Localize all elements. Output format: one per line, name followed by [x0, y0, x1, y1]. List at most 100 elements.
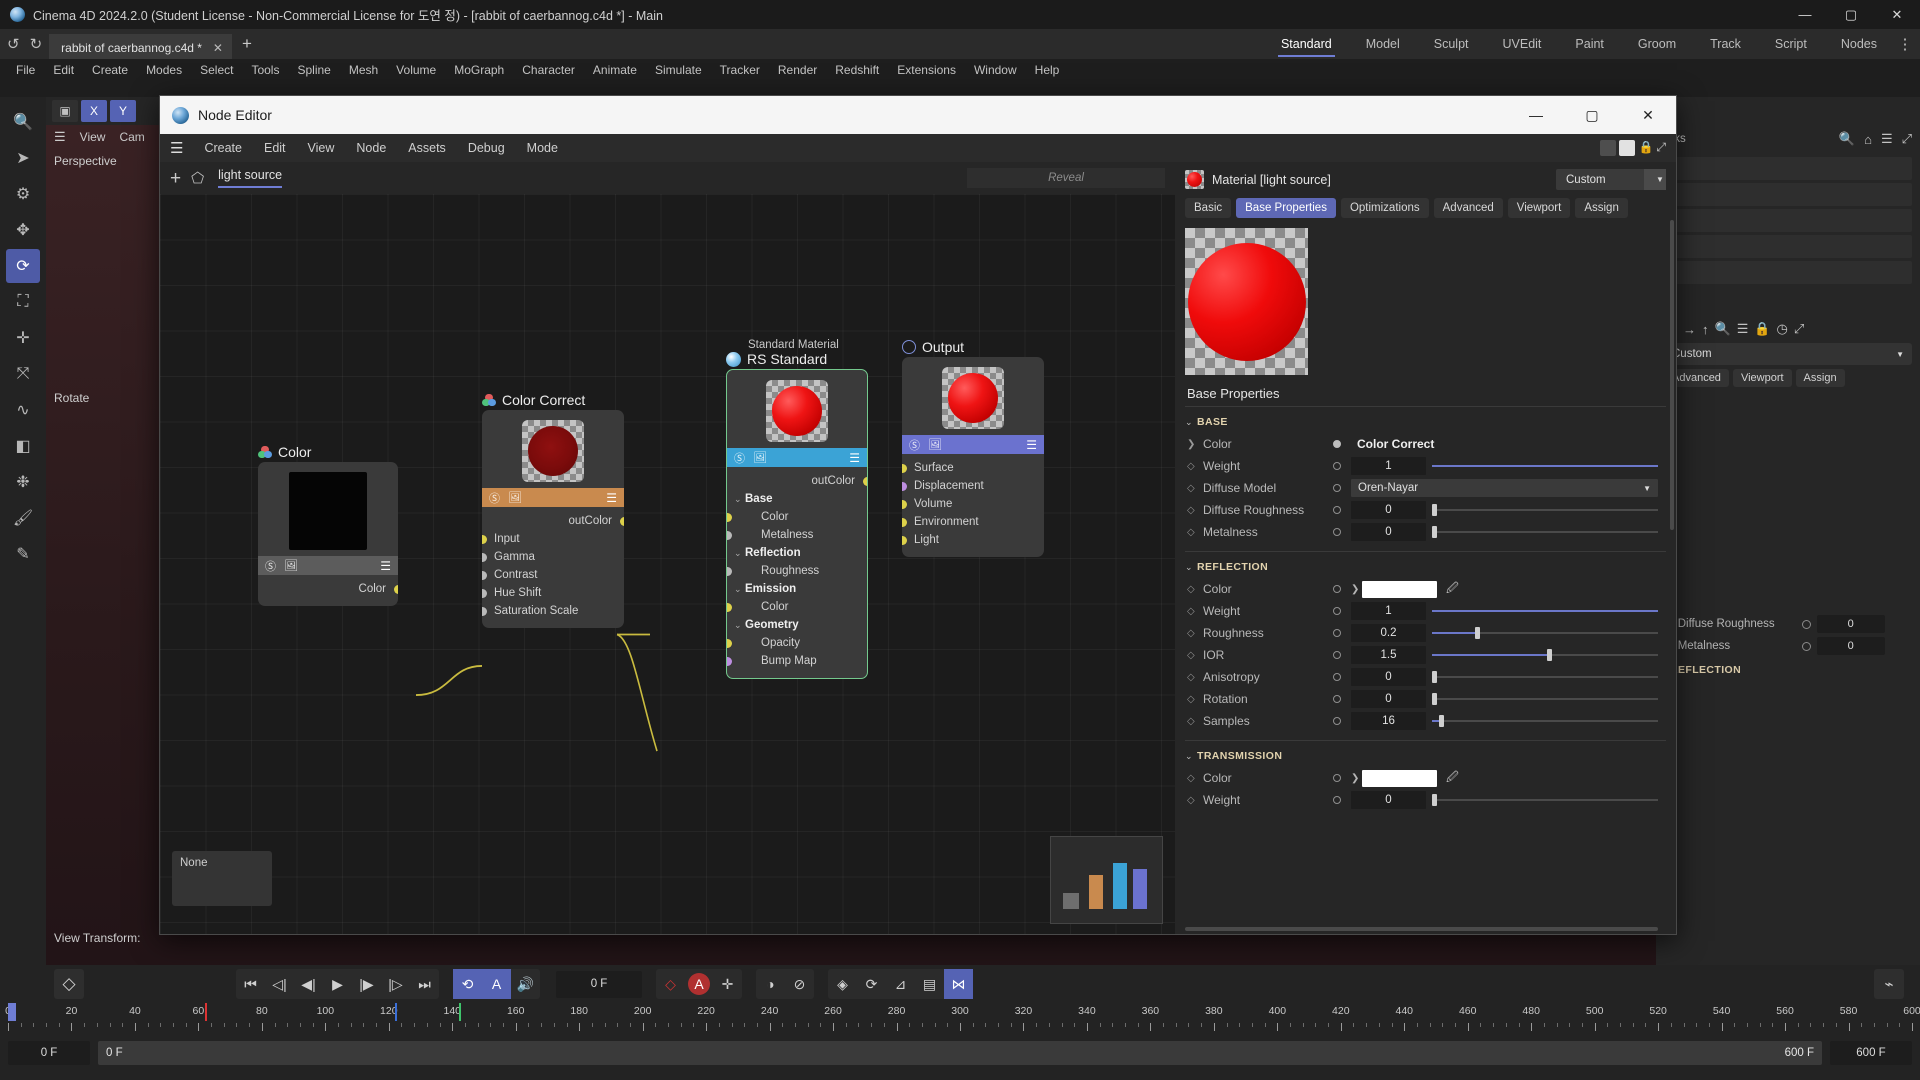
menu-item-render[interactable]: Render	[769, 59, 826, 82]
menu-item-help[interactable]: Help	[1026, 59, 1069, 82]
param-base-metalness[interactable]: Metalness	[727, 526, 867, 544]
keyframe-circle-icon[interactable]	[1333, 673, 1351, 681]
prop-linked-value[interactable]: Color Correct	[1351, 437, 1434, 451]
node-menu-view[interactable]: View	[297, 141, 346, 155]
param-geometry-bump-map[interactable]: Bump Map	[727, 652, 867, 670]
spline-tool-icon[interactable]: ∿	[6, 393, 40, 427]
param-group-reflection[interactable]: ⌄ Reflection	[727, 544, 867, 562]
param-group-emission[interactable]: ⌄ Emission	[727, 580, 867, 598]
port-in-hue-shift[interactable]: Hue Shift	[482, 584, 624, 602]
prop-slider[interactable]	[1432, 524, 1658, 540]
prop-value[interactable]: 0	[1351, 523, 1426, 541]
keyframe-circle-icon[interactable]	[1333, 528, 1351, 536]
viewport-menu-cam[interactable]: Cam	[119, 130, 144, 144]
shader-icon[interactable]: Ⓢ	[909, 437, 920, 453]
lock-icon[interactable]: 🔒	[1638, 140, 1653, 156]
layout-tab-script[interactable]: Script	[1758, 29, 1824, 59]
node-menu-node[interactable]: Node	[345, 141, 397, 155]
diamond-icon[interactable]: ◇	[1187, 672, 1203, 683]
prop-slider[interactable]	[1432, 713, 1658, 729]
port-dot[interactable]	[727, 656, 732, 666]
prop-slider[interactable]	[1432, 691, 1658, 707]
tab-optimizations[interactable]: Optimizations	[1340, 198, 1429, 218]
port-dot[interactable]	[862, 476, 867, 486]
color-swatch[interactable]	[1362, 769, 1437, 787]
move-tool-icon[interactable]: ✥	[6, 213, 40, 247]
filter-icon[interactable]: ☰	[1881, 131, 1893, 147]
port-in-gamma[interactable]: Gamma	[482, 548, 624, 566]
param-geometry-opacity[interactable]: Opacity	[727, 634, 867, 652]
port-in-surface[interactable]: Surface	[902, 459, 1044, 477]
timeline-ruler[interactable]: 0204060801001201401601802002202402602803…	[5, 1003, 1920, 1037]
image-icon[interactable]: 🖼	[928, 438, 942, 451]
prop-value[interactable]: 1	[1351, 457, 1426, 475]
prop-slider[interactable]	[1432, 458, 1658, 474]
node-options-icon[interactable]: ☰	[380, 559, 391, 573]
menu-item-tracker[interactable]: Tracker	[711, 59, 769, 82]
preview-range-bar[interactable]: 0 F 600 F	[98, 1041, 1822, 1065]
node-menu-mode[interactable]: Mode	[516, 141, 569, 155]
transform-tool-icon[interactable]: ✛	[6, 321, 40, 355]
node-menu-edit[interactable]: Edit	[253, 141, 297, 155]
horizontal-scrollbar[interactable]	[1185, 927, 1658, 931]
forward-arrow-icon[interactable]: →	[1683, 322, 1696, 337]
node-editor-minimize-button[interactable]: —	[1508, 96, 1564, 134]
point-level-toggle[interactable]: ▤	[915, 969, 944, 999]
diamond-icon[interactable]: ◇	[1187, 461, 1203, 472]
menu-item-simulate[interactable]: Simulate	[646, 59, 711, 82]
port-dot[interactable]	[902, 463, 907, 473]
param-reflection-roughness[interactable]: Roughness	[727, 562, 867, 580]
new-tab-button[interactable]: +	[232, 35, 262, 54]
prop-value[interactable]: 0	[1351, 791, 1426, 809]
eyedropper-icon[interactable]: 🖉	[1446, 768, 1459, 789]
search-icon[interactable]: 🔍	[1839, 131, 1855, 147]
port-dot[interactable]	[482, 552, 487, 562]
record-position-toggle[interactable]: ◇	[656, 969, 685, 999]
node-options-icon[interactable]: ☰	[1026, 438, 1037, 452]
reveal-search-field[interactable]: Reveal	[967, 168, 1165, 188]
node-menu-assets[interactable]: Assets	[397, 141, 457, 155]
port-dot[interactable]	[482, 570, 487, 580]
menu-item-tools[interactable]: Tools	[242, 59, 288, 82]
node-menu-debug[interactable]: Debug	[457, 141, 516, 155]
prop-value[interactable]: 1.5	[1351, 646, 1426, 664]
scale-tool-icon[interactable]: ⛶	[6, 285, 40, 319]
port-dot[interactable]	[727, 638, 732, 648]
diamond-icon[interactable]: ◇	[1187, 795, 1203, 806]
prop-slider[interactable]	[1432, 625, 1658, 641]
shader-icon[interactable]: Ⓢ	[265, 558, 276, 574]
next-key-button[interactable]: |▷	[381, 969, 410, 999]
chevron-right-icon[interactable]: ❯	[1187, 439, 1203, 450]
port-dot[interactable]	[902, 499, 907, 509]
port-dot[interactable]	[482, 606, 487, 616]
viewport-menu-view[interactable]: View	[80, 130, 106, 144]
node-menu-create[interactable]: Create	[193, 141, 253, 155]
selection-tool-icon[interactable]: ➤	[6, 141, 40, 175]
pla-toggle[interactable]: ⟳	[857, 969, 886, 999]
param-toggle[interactable]: ⊿	[886, 969, 915, 999]
eyedropper-icon[interactable]: 🖉	[1446, 579, 1459, 600]
menu-item-mesh[interactable]: Mesh	[340, 59, 387, 82]
timeline-marker[interactable]	[204, 1003, 207, 1021]
port-in-input[interactable]: Input	[482, 530, 624, 548]
prop-value[interactable]: 1	[1351, 602, 1426, 620]
keyframe-circle-icon[interactable]	[1333, 651, 1351, 659]
keyframe-circle-icon[interactable]	[1333, 796, 1351, 804]
layout-tab-nodes[interactable]: Nodes	[1824, 29, 1894, 59]
viewport-menu-icon[interactable]: ☰	[54, 129, 66, 145]
diamond-icon[interactable]: ◇	[1187, 483, 1203, 494]
menu-item-character[interactable]: Character	[513, 59, 584, 82]
panel-right-icon[interactable]	[1619, 140, 1636, 156]
section-transmission[interactable]: ⌄ TRANSMISSION	[1175, 741, 1676, 767]
param-group-geometry[interactable]: ⌄ Geometry	[727, 616, 867, 634]
window-minimize-button[interactable]: —	[1782, 0, 1828, 29]
port-dot[interactable]	[727, 512, 732, 522]
node-output[interactable]: Output Ⓢ 🖼 ☰ Surface Displacement Volume…	[902, 339, 1044, 557]
layout-tab-model[interactable]: Model	[1349, 29, 1417, 59]
clock-icon[interactable]: ◷	[1777, 321, 1788, 337]
axis-y-toggle[interactable]: Y	[110, 100, 136, 122]
diamond-icon[interactable]: ◇	[1187, 505, 1203, 516]
shader-icon[interactable]: Ⓢ	[489, 490, 500, 506]
port-in-environment[interactable]: Environment	[902, 513, 1044, 531]
keyframe-circle-icon[interactable]	[1333, 695, 1351, 703]
